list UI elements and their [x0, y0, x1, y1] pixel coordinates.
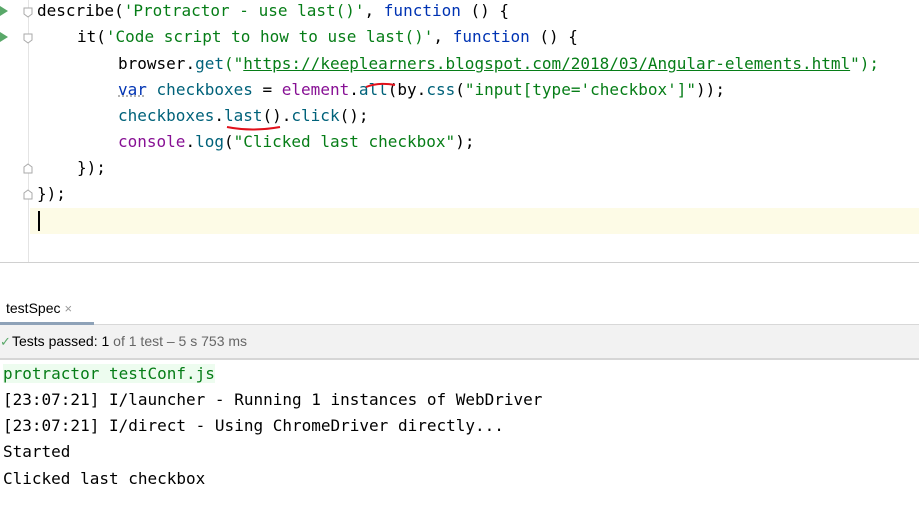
status-label: Tests passed:	[12, 333, 102, 349]
status-detail: of 1 test – 5 s 753 ms	[109, 333, 248, 349]
code-token: .	[349, 80, 359, 99]
console-output[interactable]: protractor testConf.js [23:07:21] I/laun…	[0, 360, 919, 518]
code-string: 'Code script to how to use last()'	[105, 27, 434, 46]
close-icon[interactable]: ×	[64, 301, 72, 316]
console-command: protractor testConf.js	[3, 364, 215, 383]
code-variable: checkboxes	[118, 106, 215, 125]
code-function: log	[195, 132, 224, 151]
test-status-text: Tests passed: 1 of 1 test – 5 s 753 ms	[12, 325, 247, 358]
code-editor[interactable]: describe('Protractor - use last()', func…	[0, 0, 919, 262]
code-global: console	[118, 132, 186, 151]
code-line-console-log[interactable]: console.log("Clicked last checkbox");	[118, 129, 474, 155]
code-string: "input[type='checkbox']"	[464, 80, 697, 99]
code-url-link[interactable]: https://keeplearners.blogspot.com/2018/0…	[243, 54, 850, 73]
code-token: ().	[262, 106, 292, 125]
code-line-close-describe[interactable]: });	[37, 181, 66, 207]
code-token: );	[455, 132, 475, 151]
code-token: by	[397, 80, 417, 99]
code-token: .	[416, 80, 427, 99]
console-line: Started	[3, 442, 71, 461]
code-string: "Clicked last checkbox"	[233, 132, 456, 151]
fold-open-icon[interactable]	[23, 7, 33, 18]
code-string: 'Protractor - use last()'	[123, 1, 365, 20]
code-function: last	[223, 106, 263, 125]
code-token: it(	[77, 27, 106, 46]
code-line-var-checkboxes[interactable]: var checkboxes = element.all(by.css("inp…	[118, 77, 725, 103]
current-line-highlight	[30, 208, 919, 234]
code-token: });	[77, 158, 106, 177]
code-token: describe(	[37, 1, 124, 20]
code-keyword: var	[118, 80, 147, 99]
check-icon: ✓	[0, 334, 11, 349]
fold-close-icon[interactable]	[23, 189, 33, 200]
code-global: element	[281, 80, 350, 99]
tab-label: testSpec	[6, 300, 61, 316]
console-line: [23:07:21] I/direct - Using ChromeDriver…	[3, 416, 504, 435]
code-token: () {	[460, 1, 510, 20]
run-test-icon[interactable]	[0, 32, 8, 42]
code-token: .	[214, 106, 224, 125]
code-token: ,	[433, 27, 453, 46]
code-keyword: function	[452, 27, 530, 46]
code-token: });	[37, 184, 66, 203]
red-underline-annotation	[226, 126, 281, 131]
code-line-describe[interactable]: describe('Protractor - use last()', func…	[37, 0, 509, 24]
code-function: css	[426, 80, 456, 99]
code-function: get	[195, 54, 224, 73]
code-keyword: function	[383, 1, 461, 20]
fold-close-icon[interactable]	[23, 163, 33, 174]
code-token: ();	[339, 106, 369, 125]
code-string: ("	[223, 54, 244, 73]
code-token: () {	[529, 27, 578, 46]
code-token: .	[185, 132, 196, 151]
code-token: (	[223, 132, 234, 151]
code-token: ));	[696, 80, 725, 99]
code-line-close-it[interactable]: });	[77, 155, 106, 181]
editor-panel-divider[interactable]	[0, 262, 919, 263]
red-underline-annotation	[365, 82, 396, 88]
fold-open-icon[interactable]	[23, 33, 33, 44]
code-token: .	[185, 54, 196, 73]
code-token: ,	[364, 1, 384, 20]
run-test-icon[interactable]	[0, 6, 8, 16]
console-line: Clicked last checkbox	[3, 469, 206, 488]
code-token: browser	[118, 54, 186, 73]
console-line: [23:07:21] I/launcher - Running 1 instan…	[3, 390, 543, 409]
text-caret	[38, 211, 40, 231]
code-token: (	[455, 80, 465, 99]
code-variable: checkboxes	[156, 80, 253, 99]
code-line-it[interactable]: it('Code script to how to use last()', f…	[77, 24, 578, 50]
test-status-bar: ✓ Tests passed: 1 of 1 test – 5 s 753 ms	[0, 325, 919, 358]
tab-testspec[interactable]: testSpec ×	[0, 294, 78, 322]
code-function: click	[291, 106, 340, 125]
code-token: =	[252, 80, 282, 99]
code-line-browser-get[interactable]: browser.get("https://keeplearners.blogsp…	[118, 51, 879, 77]
code-string: ");	[850, 54, 880, 73]
